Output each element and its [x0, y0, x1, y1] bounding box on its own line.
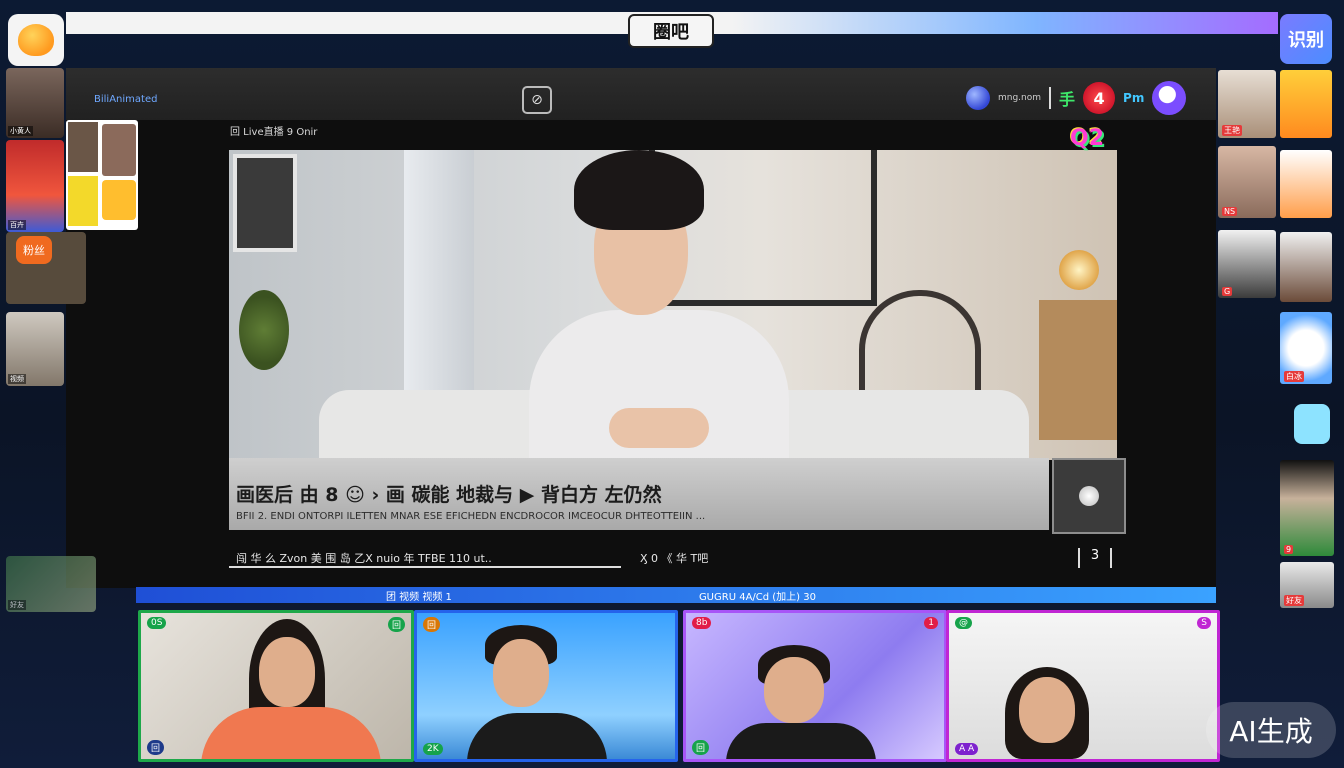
participant-bar-right: GUGRU 4A/Cd (加上) 30 [698, 591, 816, 603]
globe-icon[interactable] [966, 86, 990, 110]
streamer-hair [574, 150, 704, 230]
left-thumb-2[interactable]: 百卉 [6, 140, 64, 232]
right-thumb-7[interactable]: 白冰 [1280, 312, 1332, 384]
tile-bottom-label: 回 [147, 740, 165, 755]
tile-bottom-label: 2K [423, 743, 443, 755]
right-thumb-label: 9 [1284, 545, 1294, 554]
app-logo-icon[interactable] [8, 14, 64, 66]
participant-face [764, 657, 824, 723]
ghost-sticker-icon[interactable] [1294, 404, 1330, 444]
right-thumb-8[interactable]: 9 [1280, 460, 1334, 556]
chat-message: 闯 华 么 Zvon 美 围 岛 乙X nuio 年 TFBE 110 ut.. [236, 552, 492, 565]
brand-sticker: Q2 [1070, 126, 1105, 151]
right-thumb-9[interactable]: 好友 [1280, 562, 1334, 608]
plant [239, 290, 289, 370]
left-thumb-4[interactable]: 视频 [6, 312, 64, 386]
chat-divider [229, 566, 621, 568]
ai-generated-watermark: AI生成 [1206, 702, 1336, 758]
participant-tile-4[interactable]: @ S A A [946, 610, 1220, 762]
caption-thumbnail[interactable] [1052, 458, 1126, 534]
sticker-1 [68, 122, 98, 172]
left-thumb-label: 百卉 [8, 220, 26, 230]
divider [1049, 87, 1052, 109]
tile-badge: @ [955, 617, 972, 629]
right-thumb-6[interactable] [1280, 232, 1332, 302]
left-thumb-3[interactable]: 粉丝 [6, 232, 86, 304]
raise-hand-icon[interactable]: 手 [1059, 86, 1075, 110]
right-thumb-label: 白冰 [1284, 371, 1304, 382]
participant-tile-2[interactable]: 回 2K [414, 610, 678, 762]
right-thumb-label: 王艳 [1222, 125, 1242, 136]
participant-bar: 团 视频 视频 1 GUGRU 4A/Cd (加上) 30 [136, 587, 1216, 603]
like-button[interactable]: 4 [1083, 82, 1116, 114]
right-thumb-label: 好友 [1284, 595, 1304, 606]
participant-face [259, 637, 315, 707]
tile-badge: 0S [147, 617, 167, 629]
tile-bottom-label: 回 [692, 740, 710, 755]
left-thumb-label: 好友 [8, 600, 26, 610]
camera-off-icon[interactable]: ⊘ [522, 86, 552, 114]
sticker-3 [68, 176, 98, 226]
lamp [1059, 250, 1099, 290]
left-thumb-5[interactable]: 好友 [6, 556, 96, 612]
left-thumb-label: 视频 [8, 374, 26, 384]
main-video[interactable] [229, 150, 1117, 460]
participant-body [201, 707, 381, 759]
sticker-2 [102, 124, 136, 176]
right-thumb-5[interactable]: G [1218, 230, 1276, 298]
right-thumb-label: NS [1222, 207, 1238, 216]
pm-label[interactable]: Pm [1123, 91, 1144, 105]
tile-badge: S [1197, 617, 1211, 629]
participant-tile-1[interactable]: 0S 回 回 [138, 610, 414, 762]
participant-face [493, 639, 549, 707]
host-name: mng.nom [998, 93, 1042, 103]
tile-badge: 回 [387, 617, 405, 632]
right-thumb-label: G [1222, 287, 1233, 296]
right-thumb-1[interactable]: 王艳 [1218, 70, 1276, 138]
caption-title: 画医后 由 8 ☺ › 画 碳能 地裁与 ▶ 背白方 左仍然 [236, 484, 662, 506]
chat-input-hint[interactable]: Ӽ 0 《 华 T吧 [640, 550, 708, 566]
tile-badge: 8b [692, 617, 712, 629]
participant-body [726, 723, 876, 759]
participant-body [467, 713, 607, 759]
participant-tile-3[interactable]: 8b 1 回 [683, 610, 947, 762]
right-thumb-2[interactable] [1280, 70, 1332, 138]
shelf [1039, 300, 1117, 440]
right-thumb-3[interactable]: NS [1218, 146, 1276, 218]
header-actions: mng.nom 手 4 Pm [966, 80, 1187, 116]
sticker-stack[interactable] [66, 120, 138, 230]
brand-logo: 圈吧 [628, 14, 714, 48]
participant-face [1019, 677, 1075, 743]
streamer-hands [609, 408, 709, 448]
recognize-button[interactable]: 识别 [1280, 14, 1332, 64]
fan-badge: 粉丝 [16, 236, 52, 264]
sticker-4 [102, 180, 136, 220]
stream-info-line: 回 Live直播 9 Onir [230, 127, 318, 138]
user-avatar-icon[interactable] [1152, 81, 1187, 115]
left-thumb-1[interactable]: 小黄人 [6, 68, 64, 138]
room-name[interactable]: BiliAnimated [94, 94, 157, 105]
wall-poster [233, 154, 297, 252]
tile-badge: 回 [423, 617, 441, 632]
tile-bottom-label: A A [955, 743, 979, 755]
tile-badge: 1 [924, 617, 938, 629]
record-icon [1079, 486, 1099, 506]
page-number: 3 [1078, 548, 1112, 568]
left-thumb-label: 小黄人 [8, 126, 33, 136]
right-thumb-4[interactable] [1280, 150, 1332, 218]
participant-bar-left: 团 视频 视频 1 [386, 591, 452, 603]
caption-subtitle: BFII 2. ENDI ONTORPI ILETTEN MNAR ESE EF… [236, 511, 706, 522]
